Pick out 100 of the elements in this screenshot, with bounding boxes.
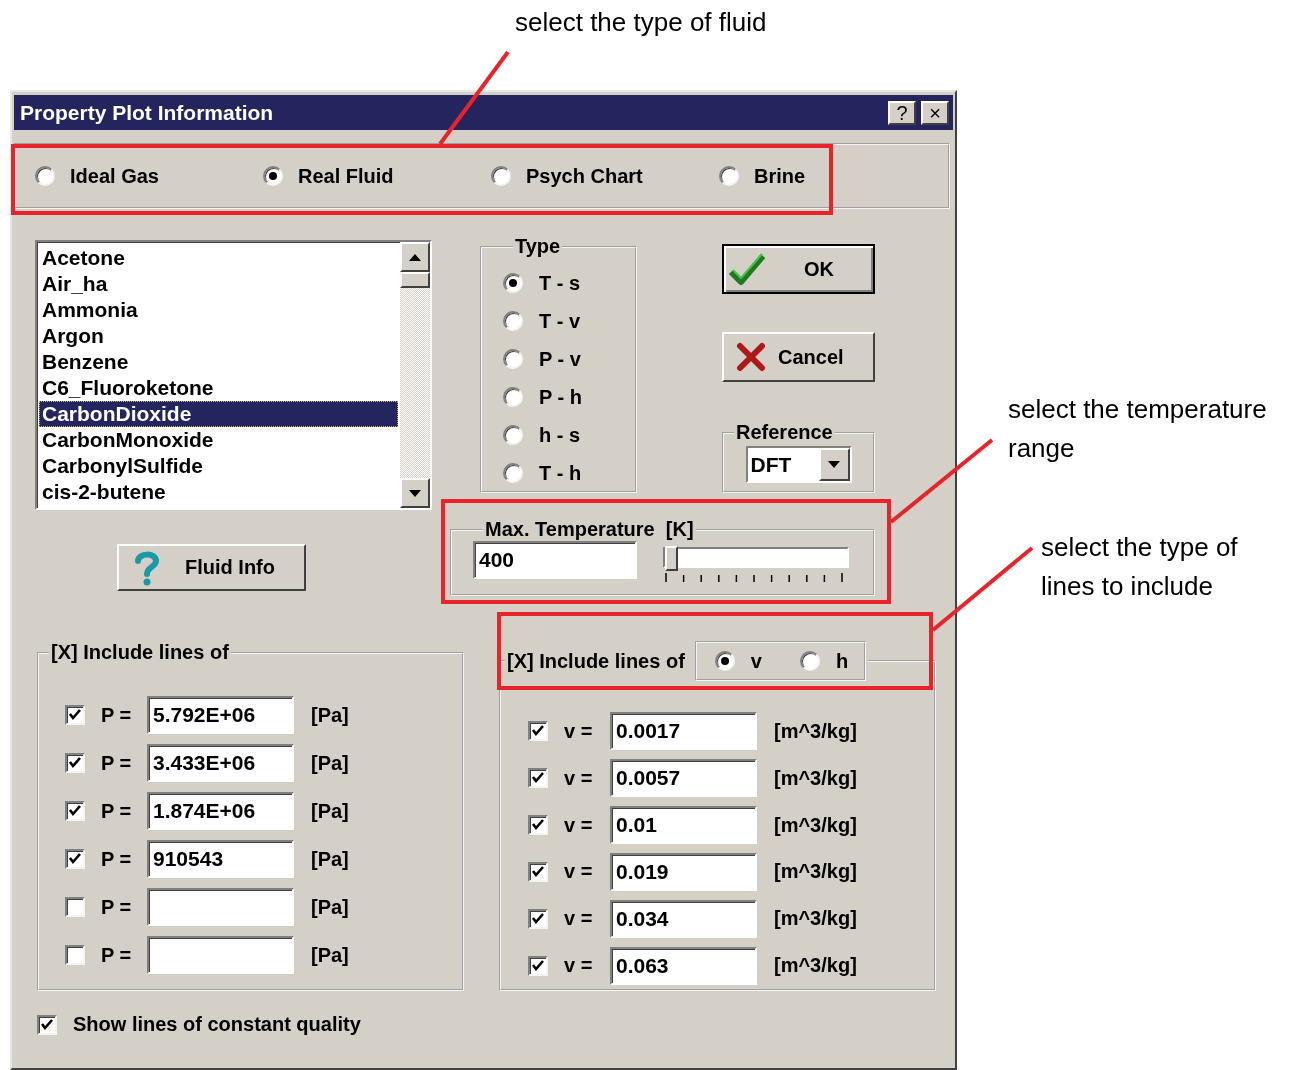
checkbox[interactable] (528, 721, 548, 742)
list-item[interactable]: CarbonDioxide (39, 401, 398, 427)
radio-indicator[interactable] (719, 166, 739, 186)
field-label: v = (563, 719, 594, 743)
checkbox[interactable] (65, 849, 85, 869)
window-title: Property Plot Information (20, 100, 274, 125)
callout-text: select the type of fluid (515, 7, 767, 37)
radio-button[interactable]: P - h (503, 386, 635, 408)
radio-button[interactable]: Ideal Gas (35, 164, 263, 188)
radio-button[interactable]: h - s (503, 424, 635, 446)
value-field[interactable] (147, 936, 294, 974)
value-field[interactable]: 0.0017 (610, 712, 757, 751)
radio-indicator[interactable] (263, 166, 283, 186)
value-field[interactable]: 0.01 (610, 806, 757, 845)
dropdown-button[interactable] (818, 448, 850, 481)
list-item[interactable]: CarbonylSulfide (39, 453, 398, 479)
value-field[interactable]: 5.792E+06 (147, 696, 294, 734)
list-item[interactable]: Benzene (39, 349, 398, 375)
fluid-listbox[interactable]: Acetone Air_ha Ammonia Argon Benzene C6_Fluoroketone CarbonDioxide CarbonMonoxide CarbonylSulfide cis-2-butene (35, 240, 432, 510)
checkbox[interactable]: Show lines of constant quality (37, 1013, 955, 1036)
list-item[interactable]: CarbonMonoxide (39, 427, 398, 453)
fluid-info-button[interactable]: Fluid Info (117, 544, 306, 591)
down-arrow-icon (409, 489, 421, 497)
value-field[interactable]: 0.063 (610, 946, 757, 985)
list-item[interactable]: Ammonia (39, 297, 398, 323)
radio-indicator[interactable] (503, 387, 523, 407)
radio-button[interactable]: T - s (503, 272, 635, 294)
checkbox[interactable] (528, 815, 548, 836)
value-field[interactable]: 1.874E+06 (147, 792, 294, 830)
scroll-up-button[interactable] (400, 242, 430, 272)
checkbox[interactable] (65, 753, 85, 773)
checkbox[interactable] (528, 861, 548, 882)
group-title: [X] Include lines of (507, 649, 685, 673)
value-field[interactable]: 910543 (147, 840, 294, 878)
tick-icon (67, 707, 83, 723)
scrollbar-thumb[interactable] (400, 272, 430, 288)
close-button[interactable]: × (921, 100, 949, 125)
radio-indicator[interactable] (714, 651, 735, 671)
temperature-field[interactable]: 400 (473, 541, 637, 579)
unit-label: [Pa] (311, 847, 349, 871)
value-field[interactable]: 3.433E+06 (147, 744, 294, 782)
field-label: P = (100, 799, 133, 823)
value-field[interactable]: 0.019 (610, 852, 757, 891)
value-field[interactable]: 0.034 (610, 899, 757, 938)
radio-button[interactable]: P - v (503, 348, 635, 370)
checkbox[interactable] (528, 908, 548, 929)
radio-indicator[interactable] (503, 273, 523, 293)
radio-indicator[interactable] (799, 651, 820, 671)
reference-dropdown[interactable]: DFT (745, 446, 852, 483)
ok-button[interactable]: OK (722, 244, 875, 294)
field-label: v = (563, 907, 594, 931)
scrollbar[interactable] (400, 242, 430, 508)
tick-icon (67, 755, 83, 771)
radio-button[interactable]: T - h (503, 462, 635, 484)
slider-track[interactable] (663, 547, 849, 568)
unit-label: [m^3/kg] (774, 860, 857, 884)
scroll-down-button[interactable] (400, 478, 430, 508)
field-label: P = (100, 703, 133, 727)
field-label: v = (563, 813, 594, 837)
checkbox[interactable] (528, 768, 548, 789)
radio-button[interactable]: T - v (503, 310, 635, 332)
list-item[interactable]: Acetone (39, 245, 398, 271)
list-item[interactable]: Air_ha (39, 271, 398, 297)
tick-icon (67, 803, 83, 819)
checkmark-icon (728, 252, 766, 286)
slider-thumb[interactable] (665, 546, 678, 571)
checkbox[interactable] (65, 945, 85, 965)
radio-button[interactable]: h (799, 649, 849, 673)
unit-label: [m^3/kg] (774, 954, 857, 978)
checkbox[interactable] (528, 955, 548, 976)
group-title: Max. Temperature [K] (484, 518, 695, 541)
unit-label: [m^3/kg] (774, 813, 857, 837)
field-label: P = (100, 751, 133, 775)
unit-label: [m^3/kg] (774, 766, 857, 790)
cancel-button[interactable]: Cancel (722, 332, 875, 382)
unit-label: [Pa] (311, 703, 349, 727)
checkbox[interactable] (65, 897, 85, 917)
radio-indicator[interactable] (503, 349, 523, 369)
list-item[interactable]: C6_Fluoroketone (39, 375, 398, 401)
value-field[interactable]: 0.0057 (610, 759, 757, 798)
radio-indicator[interactable] (503, 425, 523, 445)
list-item[interactable]: cis-2-butene (39, 479, 398, 505)
value-field[interactable] (147, 888, 294, 926)
unit-label: [m^3/kg] (774, 719, 857, 743)
radio-button[interactable]: v (714, 649, 762, 673)
unit-label: [Pa] (311, 751, 349, 775)
radio-indicator[interactable] (491, 166, 511, 186)
radio-indicator[interactable] (503, 311, 523, 331)
checkbox[interactable] (65, 705, 85, 725)
checkbox[interactable] (65, 801, 85, 821)
unit-label: [Pa] (311, 895, 349, 919)
radio-button[interactable]: Real Fluid (263, 164, 491, 188)
help-button[interactable]: ? (888, 100, 916, 125)
radio-button[interactable]: Psych Chart (491, 164, 719, 188)
list-item[interactable]: Argon (39, 323, 398, 349)
radio-indicator[interactable] (35, 166, 55, 186)
radio-button[interactable]: Brine (719, 164, 947, 188)
radio-indicator[interactable] (503, 463, 523, 483)
field-label: v = (563, 766, 594, 790)
cross-icon (736, 342, 766, 372)
